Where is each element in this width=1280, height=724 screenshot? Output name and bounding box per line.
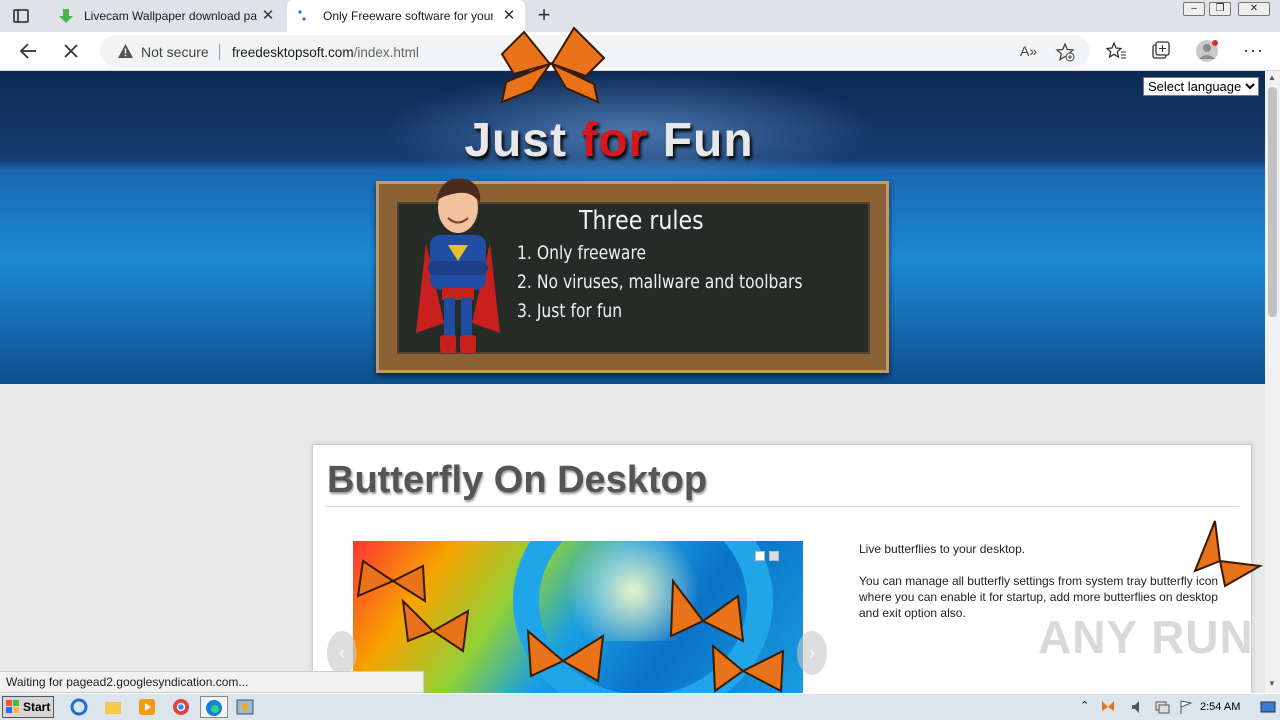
butterfly-tray-icon[interactable] bbox=[1100, 699, 1116, 715]
action-center-flag-icon[interactable] bbox=[1178, 699, 1194, 715]
stop-loading-icon[interactable] bbox=[60, 40, 82, 62]
start-button[interactable]: Start bbox=[2, 696, 54, 718]
ie-taskbar-icon[interactable] bbox=[68, 696, 96, 718]
url-host: freedesktopsoft.com bbox=[232, 45, 354, 60]
rule-item: 3. Just for fun bbox=[517, 300, 623, 322]
taskbar: Start ⌃ 2:54 AM bbox=[0, 693, 1280, 720]
scrollbar-thumb[interactable] bbox=[1268, 87, 1277, 317]
collections-icon[interactable] bbox=[1150, 40, 1172, 62]
edge-taskbar-icon[interactable] bbox=[200, 696, 228, 718]
scroll-down-icon[interactable]: ▼ bbox=[1268, 679, 1276, 688]
rule-item: 2. No viruses, mallware and toolbars bbox=[517, 271, 803, 293]
divider bbox=[325, 506, 1239, 507]
volume-icon[interactable] bbox=[1130, 699, 1146, 715]
language-select[interactable]: Select language bbox=[1143, 77, 1259, 96]
url-separator bbox=[219, 44, 220, 60]
scroll-up-icon[interactable]: ▲ bbox=[1268, 73, 1276, 82]
superhero-mascot-image bbox=[416, 178, 500, 353]
chrome-taskbar-icon[interactable] bbox=[170, 696, 198, 718]
profile-avatar-icon[interactable] bbox=[1195, 39, 1219, 63]
description-paragraph: Live butterflies to your desktop. bbox=[859, 542, 1026, 556]
close-tab-icon[interactable]: ✕ bbox=[501, 8, 517, 24]
tab-label: Livecam Wallpaper download pa bbox=[84, 9, 257, 23]
url-path: /index.html bbox=[353, 45, 419, 60]
add-favorite-icon[interactable] bbox=[1055, 42, 1075, 62]
butterfly-overlay-icon bbox=[500, 26, 606, 104]
product-title: Butterfly On Desktop bbox=[327, 459, 708, 501]
security-label[interactable]: Not secure bbox=[141, 44, 209, 60]
favorites-icon[interactable] bbox=[1105, 40, 1127, 62]
slider-prev-button[interactable]: ‹ bbox=[327, 631, 357, 675]
url-text[interactable]: freedesktopsoft.com/index.html bbox=[232, 45, 419, 60]
title-part: Just bbox=[464, 114, 582, 167]
tab-label: Only Freeware software for your bbox=[323, 9, 493, 23]
tab-actions-icon[interactable] bbox=[12, 7, 30, 25]
download-icon bbox=[59, 9, 73, 23]
taskbar-clock[interactable]: 2:54 AM bbox=[1200, 701, 1240, 713]
close-tab-icon[interactable]: ✕ bbox=[260, 8, 276, 24]
title-part-highlight: for bbox=[581, 114, 649, 167]
site-title: Just for Fun bbox=[0, 113, 1218, 168]
tab-freedesktopsoft[interactable]: Only Freeware software for your ✕ bbox=[287, 0, 525, 32]
browser-toolbar: Not secure freedesktopsoft.com/index.htm… bbox=[0, 32, 1280, 71]
start-label: Start bbox=[23, 700, 51, 714]
close-window-button[interactable]: ✕ bbox=[1238, 2, 1270, 16]
rule-item: 1. Only freeware bbox=[517, 242, 647, 264]
tab-strip: Livecam Wallpaper download pa ✕ Only Fre… bbox=[0, 0, 1280, 32]
media-player-taskbar-icon[interactable] bbox=[136, 696, 164, 718]
rules-title: Three rules bbox=[579, 206, 704, 236]
slider-next-button[interactable]: › bbox=[797, 631, 827, 675]
minimize-button[interactable]: – bbox=[1183, 2, 1205, 16]
show-desktop-icon[interactable] bbox=[1260, 699, 1276, 715]
restore-button[interactable]: ❐ bbox=[1209, 2, 1231, 16]
product-description: Live butterflies to your desktop. You ca… bbox=[859, 541, 1239, 621]
web-page: Just for Fun Select language Three rules… bbox=[0, 71, 1265, 693]
anyrun-watermark: ANY RUN bbox=[1038, 611, 1254, 663]
status-bar: Waiting for pagead2.googlesyndication.co… bbox=[0, 671, 424, 693]
network-icon[interactable] bbox=[1154, 699, 1170, 715]
more-menu-icon[interactable]: ··· bbox=[1243, 40, 1264, 61]
tab-livecam[interactable]: Livecam Wallpaper download pa ✕ bbox=[48, 0, 284, 32]
app-taskbar-icon[interactable] bbox=[234, 696, 262, 718]
windows-logo-icon bbox=[6, 700, 19, 713]
show-hidden-icons[interactable]: ⌃ bbox=[1080, 699, 1096, 715]
read-aloud-icon[interactable]: A» bbox=[1020, 43, 1037, 59]
loading-icon bbox=[298, 10, 306, 21]
back-arrow-icon[interactable] bbox=[17, 40, 39, 62]
butterfly-overlay-icon bbox=[1193, 520, 1264, 588]
explorer-taskbar-icon[interactable] bbox=[102, 696, 130, 718]
header-banner: Just for Fun Select language Three rules… bbox=[0, 71, 1265, 384]
warning-icon[interactable] bbox=[117, 43, 134, 59]
vertical-scrollbar[interactable]: ▲ ▼ bbox=[1265, 71, 1280, 693]
title-part: Fun bbox=[648, 114, 754, 167]
